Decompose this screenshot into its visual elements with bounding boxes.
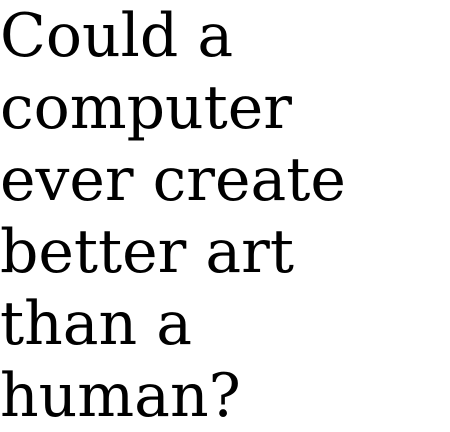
question-line: ever create xyxy=(0,145,346,215)
question-line: Could a xyxy=(0,1,234,71)
question-text: Could a computer ever create better art … xyxy=(0,0,346,432)
question-line: better art xyxy=(0,217,294,287)
page: Could a computer ever create better art … xyxy=(0,0,450,432)
question-line: computer xyxy=(0,73,292,143)
question-line: than a xyxy=(0,289,193,359)
question-line: human? xyxy=(0,361,241,431)
